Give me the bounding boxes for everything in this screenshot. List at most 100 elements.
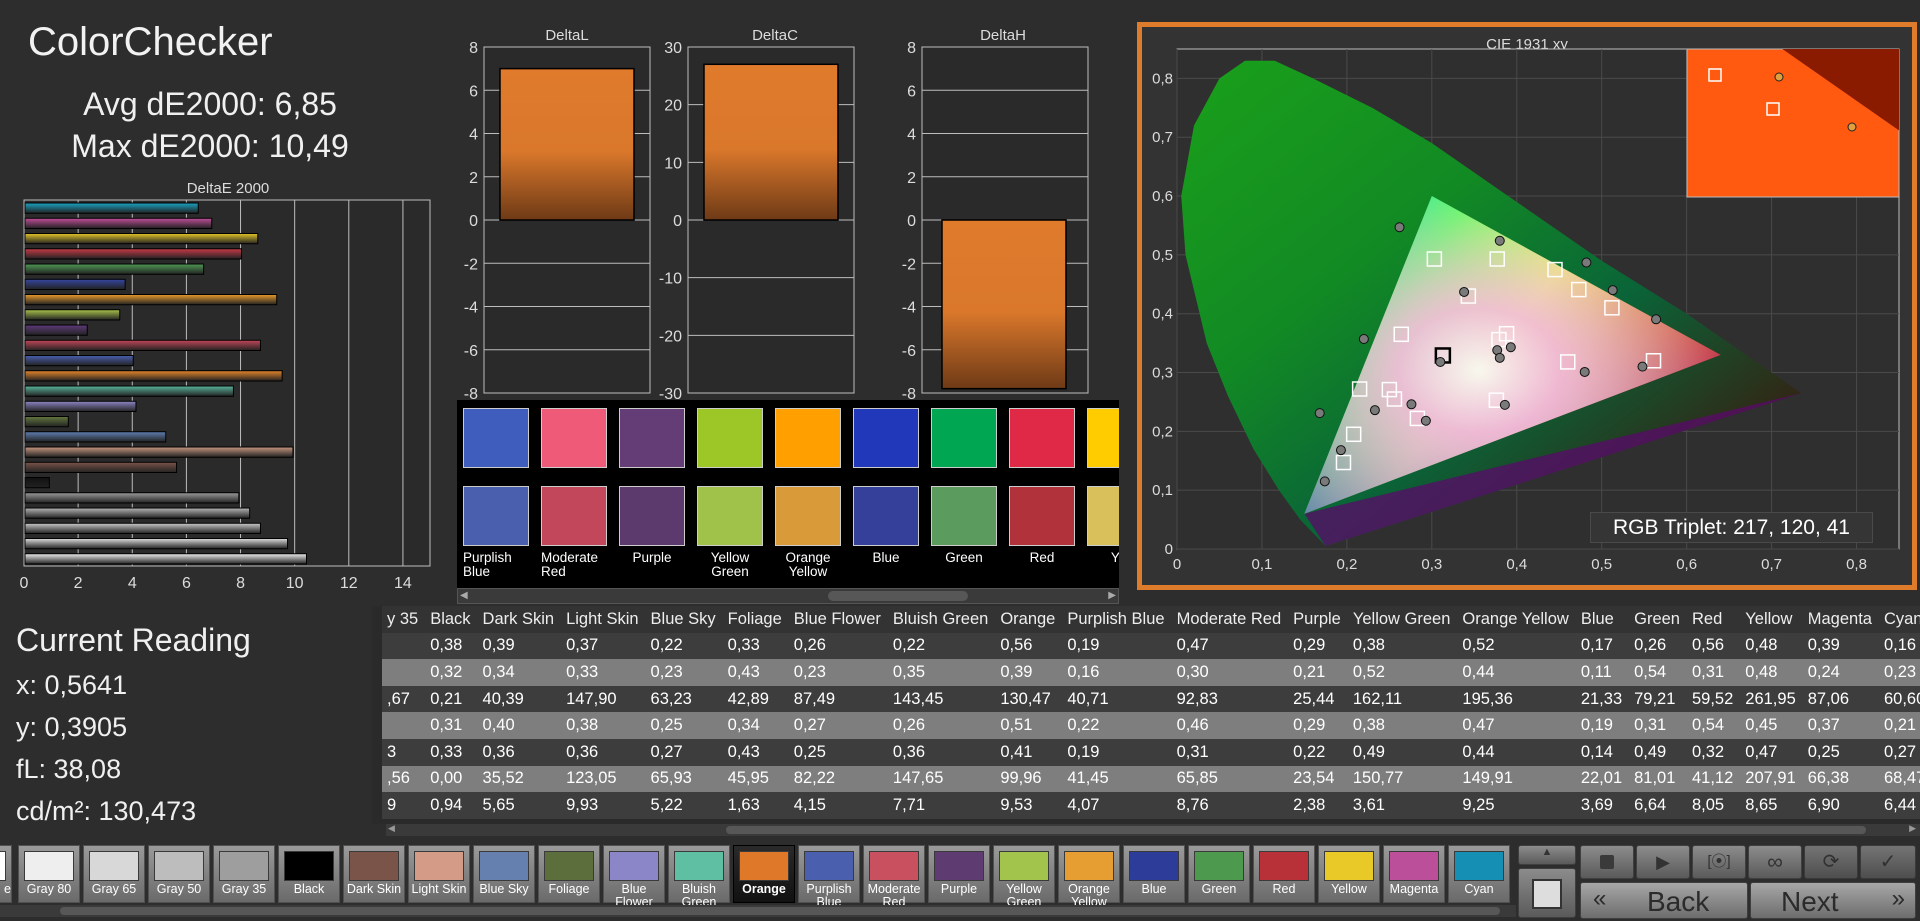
- table-scroll-thumb[interactable]: [726, 826, 1866, 834]
- stop-button[interactable]: [1580, 845, 1634, 879]
- table-scrollbar[interactable]: ◀ ▶: [386, 823, 1920, 836]
- table-cell: 0,32: [425, 659, 478, 686]
- swatch-button[interactable]: Yellow: [1318, 845, 1380, 903]
- swatch-color: [89, 851, 139, 881]
- table-cell: 0,19: [1062, 738, 1172, 766]
- swatch-color: [609, 851, 659, 881]
- table-cell: 0,34: [722, 712, 789, 739]
- patch-label: Moderate Red: [541, 550, 599, 579]
- delta-tick-label: -20: [659, 328, 682, 345]
- delta-tick-label: 20: [664, 98, 682, 115]
- table-header-cell: Green: [1629, 606, 1687, 633]
- swatch-button[interactable]: Orange: [733, 845, 795, 903]
- patch-actual: [697, 486, 763, 546]
- table-cell: 22,01: [1575, 765, 1630, 793]
- patch-actual: [1009, 486, 1075, 546]
- patch-target: [463, 408, 529, 468]
- swatch-button[interactable]: Yellow Green: [993, 845, 1055, 909]
- swatch-button[interactable]: Foliage: [538, 845, 600, 903]
- scroll-left-icon[interactable]: ◀: [460, 590, 468, 601]
- swatch-button[interactable]: Blue: [1123, 845, 1185, 903]
- swatch-button[interactable]: Blue Sky: [473, 845, 535, 903]
- deltae-bar: [24, 294, 278, 306]
- table-cell: 0,21: [425, 685, 478, 713]
- table-cell: 87,49: [788, 685, 888, 713]
- patch-scrollbar[interactable]: ◀ ▶: [457, 588, 1119, 604]
- table-cell: 0,25: [645, 712, 723, 739]
- table-cell: 0,38: [1347, 712, 1458, 739]
- patch-preview-button[interactable]: [1518, 868, 1576, 918]
- swatch-button[interactable]: Purplish Blue: [798, 845, 860, 909]
- cie-measured-point: [1319, 476, 1330, 487]
- reading-fl: fL: 38,08: [16, 754, 122, 784]
- table-cell: 1,63: [722, 792, 789, 819]
- table-cell: 143,45: [887, 685, 996, 713]
- table-cell: 123,05: [561, 765, 646, 793]
- swatch-color: [284, 851, 334, 881]
- table-row: 9 0,94 5,65 9,93 5,22 1,63 4,15 7,71 9,53 4,07 8,7…: [382, 792, 1920, 819]
- table-cell: 7,71: [887, 792, 996, 819]
- swatch-button[interactable]: Gray 80: [18, 845, 80, 903]
- refresh-button[interactable]: ⟳: [1804, 845, 1858, 879]
- swatch-color: [1259, 851, 1309, 881]
- swatch-button[interactable]: Red: [1253, 845, 1315, 903]
- table-cell: 0,22: [887, 632, 996, 660]
- table-cell: 82,22: [788, 765, 888, 793]
- swatch-button[interactable]: Orange Yellow: [1058, 845, 1120, 909]
- cie-measured-point: [1394, 222, 1405, 233]
- table-scroll-left-icon[interactable]: ◀: [388, 823, 395, 834]
- table-cell: 0,43: [722, 659, 789, 686]
- cie-measured-point: [1406, 399, 1417, 410]
- table-cell: 4,15: [788, 792, 888, 819]
- table-cell: 0,43: [722, 738, 789, 766]
- play-button[interactable]: ▶: [1636, 845, 1690, 879]
- swatch-button[interactable]: Dark Skin: [343, 845, 405, 903]
- swatch-scrollbar[interactable]: [0, 905, 1516, 917]
- swatch-button[interactable]: Moderate Red: [863, 845, 925, 909]
- patch-label: Purple: [632, 550, 672, 565]
- scroll-thumb[interactable]: [828, 591, 968, 601]
- deltae-bar: [24, 202, 199, 214]
- scroll-right-icon[interactable]: ▶: [1108, 590, 1116, 601]
- patch-label: Purplish Blue: [463, 550, 512, 579]
- continuous-button[interactable]: ∞: [1748, 845, 1802, 879]
- swatch-button[interactable]: Gray 50: [148, 845, 210, 903]
- cie-x-tick: 0,1: [1252, 556, 1273, 573]
- swatch-button[interactable]: Magenta: [1383, 845, 1445, 903]
- cie-y-tick: 0,5: [1152, 247, 1173, 264]
- deltae-bar: [24, 431, 167, 443]
- swatch-button[interactable]: Green: [1188, 845, 1250, 903]
- swatch-button[interactable]: Blue Flower: [603, 845, 665, 909]
- table-cell: 0,23: [788, 659, 888, 686]
- swatch-scroll-thumb[interactable]: [60, 907, 1500, 915]
- back-label: Back: [1647, 886, 1710, 917]
- back-button[interactable]: « Back: [1580, 882, 1748, 919]
- deltae-bar: [24, 217, 213, 229]
- measurement-table[interactable]: y 35 Black Dark Skin Light Skin Blue Sky Foli…: [372, 606, 1920, 824]
- table-cell: 40,39: [477, 685, 562, 713]
- swatch-button[interactable]: Bluish Green: [668, 845, 730, 909]
- swatch-button[interactable]: Purple: [928, 845, 990, 903]
- next-button[interactable]: Next »: [1750, 882, 1916, 919]
- patch-target: [1087, 408, 1119, 468]
- scroll-up-button[interactable]: ▲: [1518, 845, 1576, 865]
- swatch-button[interactable]: Light Skin: [408, 845, 470, 903]
- swatch-label: Gray 80: [26, 882, 72, 896]
- swatch-button[interactable]: Gray 35: [213, 845, 275, 903]
- table-cell: 0,26: [1629, 632, 1687, 660]
- swatch-button[interactable]: Black: [278, 845, 340, 903]
- swatch-color: [804, 851, 854, 881]
- swatch-button[interactable]: Gray 65: [83, 845, 145, 903]
- confirm-button[interactable]: ✓: [1860, 845, 1916, 879]
- swatch-button[interactable]: e: [0, 845, 12, 903]
- table-cell: 92,83: [1171, 685, 1289, 713]
- delta-bar: [499, 67, 635, 221]
- swatch-button[interactable]: Cyan: [1448, 845, 1510, 903]
- cie-measured-point: [1494, 235, 1505, 246]
- patch-label: Red: [1029, 550, 1055, 565]
- table-header-cell: Orange Yellow: [1457, 606, 1576, 633]
- patch-label: Green: [945, 550, 983, 565]
- table-cell: 0,31: [1171, 738, 1289, 766]
- measure-button[interactable]: [⦿]: [1692, 845, 1746, 879]
- table-scroll-right-icon[interactable]: ▶: [1909, 823, 1916, 834]
